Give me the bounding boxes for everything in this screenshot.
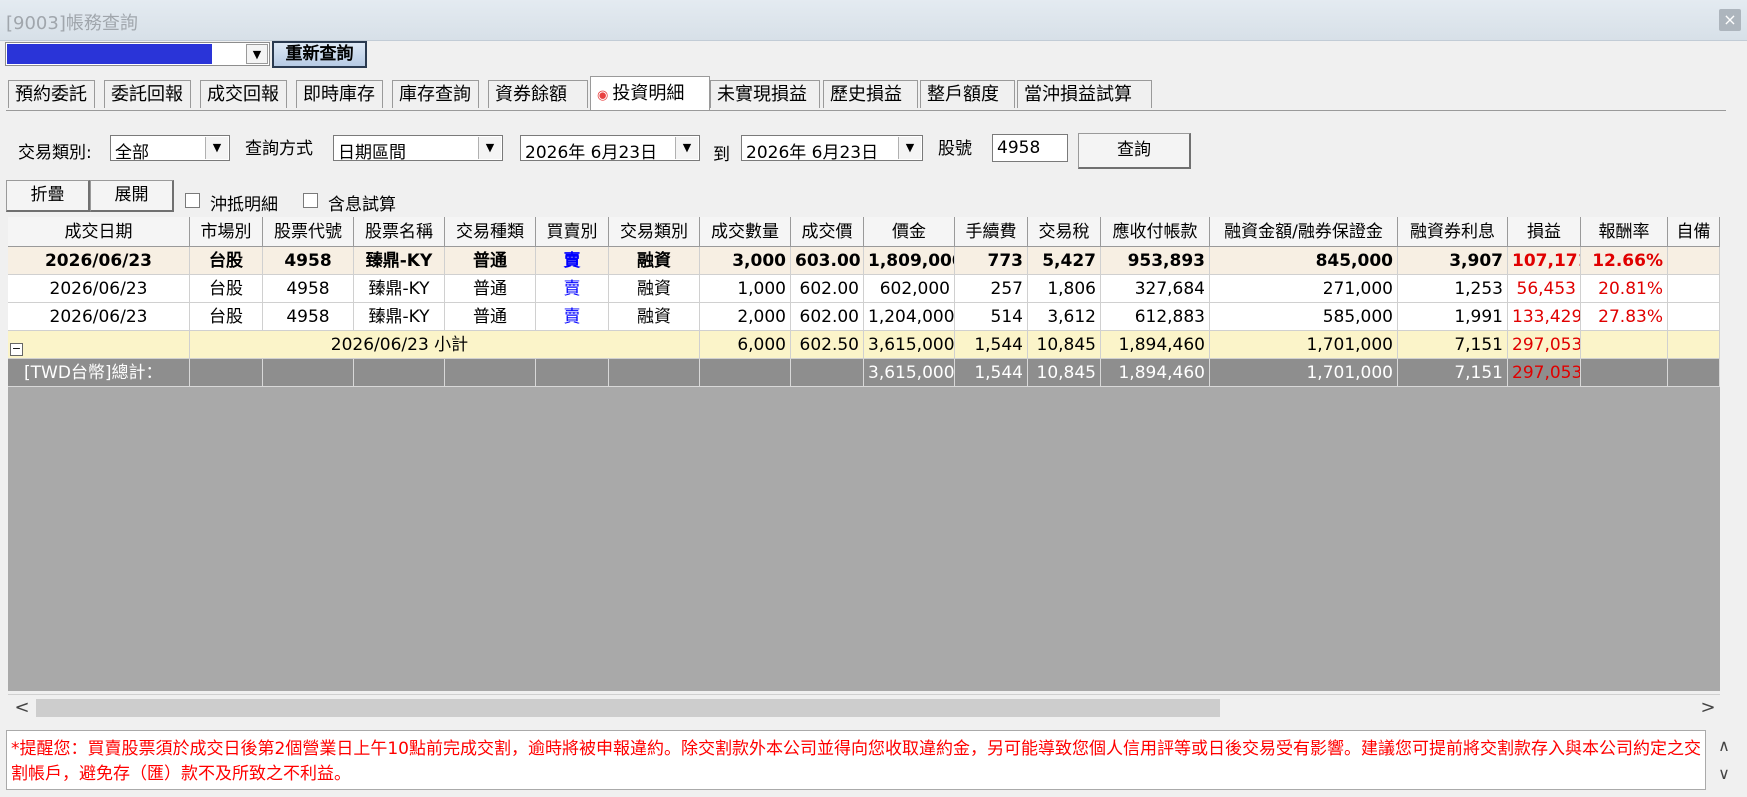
scroll-left-icon[interactable]: <: [12, 697, 32, 719]
trade-type-select[interactable]: 全部 ▼: [110, 135, 230, 163]
scroll-right-icon[interactable]: >: [1698, 697, 1718, 719]
horizontal-scrollbar[interactable]: < >: [8, 694, 1720, 721]
tab-margin-balance[interactable]: 資券餘額: [488, 80, 588, 108]
col-header[interactable]: 交易種類: [445, 217, 536, 247]
offset-detail-label: 沖抵明細: [210, 195, 278, 215]
tab-reservation[interactable]: 預約委託: [8, 80, 95, 108]
col-header[interactable]: 買賣別: [536, 217, 609, 247]
to-label: 到: [713, 145, 730, 165]
col-header[interactable]: 價金: [864, 217, 955, 247]
tab-trade-report[interactable]: 成交回報: [200, 80, 287, 108]
col-header[interactable]: 成交數量: [700, 217, 791, 247]
table-row[interactable]: 2026/06/23 台股 4958 臻鼎-KY 普通 賣 融資 2,000 6…: [8, 303, 1720, 331]
chevron-down-icon[interactable]: ▼: [205, 137, 228, 159]
expand-button[interactable]: 展開: [90, 180, 174, 212]
chevron-down-icon[interactable]: ▼: [898, 137, 921, 159]
col-header[interactable]: 市場別: [190, 217, 263, 247]
tab-history-pnl[interactable]: 歷史損益: [823, 80, 918, 108]
date-from-picker[interactable]: 2026年 6月23日 ▼: [520, 135, 700, 163]
investment-detail-grid: 成交日期 市場別 股票代號 股票名稱 交易種類 買賣別 交易類別 成交數量 成交…: [8, 217, 1720, 691]
col-header[interactable]: 報酬率: [1581, 217, 1668, 247]
subtotal-row[interactable]: − 2026/06/23 小計 6,000 602.50 3,615,000 1…: [8, 331, 1720, 359]
date-to-picker[interactable]: 2026年 6月23日 ▼: [741, 135, 923, 163]
col-header[interactable]: 手續費: [955, 217, 1028, 247]
interest-calc-checkbox[interactable]: [303, 193, 318, 208]
account-value-masked: [7, 44, 212, 64]
query-mode-select[interactable]: 日期區間 ▼: [333, 135, 503, 163]
total-label: [TWD台幣]總計：: [8, 359, 190, 387]
requery-button[interactable]: 重新查詢: [272, 41, 367, 68]
tab-unrealized-pnl[interactable]: 未實現損益: [710, 80, 820, 108]
tab-realtime-inventory[interactable]: 即時庫存: [296, 80, 383, 108]
col-header[interactable]: 股票代號: [263, 217, 354, 247]
tab-inventory-query[interactable]: 庫存查詢: [392, 80, 479, 108]
total-row[interactable]: [TWD台幣]總計： 3,615,000 1,544 10,845 1,894,…: [8, 359, 1720, 387]
col-header[interactable]: 交易類別: [609, 217, 700, 247]
query-button[interactable]: 查詢: [1078, 133, 1191, 169]
tab-account-limit[interactable]: 整戶額度: [920, 80, 1015, 108]
tab-order-report[interactable]: 委託回報: [104, 80, 191, 108]
trade-type-label: 交易類別:: [18, 143, 92, 163]
col-header[interactable]: 成交日期: [8, 217, 190, 247]
col-header[interactable]: 交易稅: [1028, 217, 1101, 247]
col-header[interactable]: 成交價: [791, 217, 864, 247]
notice-vertical-scrollbar[interactable]: ∧ ∨: [1710, 730, 1738, 790]
title-bar: [9003]帳務查詢 ×: [0, 0, 1747, 41]
scroll-up-icon[interactable]: ∧: [1714, 736, 1734, 756]
col-header[interactable]: 應收付帳款: [1101, 217, 1210, 247]
col-header[interactable]: 自備: [1668, 217, 1720, 247]
account-select[interactable]: ▼: [5, 42, 270, 66]
col-header[interactable]: 股票名稱: [354, 217, 445, 247]
close-icon[interactable]: ×: [1719, 9, 1741, 31]
subtotal-label: 2026/06/23 小計: [190, 331, 609, 359]
col-header[interactable]: 融資金額/融券保證金: [1210, 217, 1398, 247]
grid-header: 成交日期 市場別 股票代號 股票名稱 交易種類 買賣別 交易類別 成交數量 成交…: [8, 217, 1720, 247]
tab-daytrade-calc[interactable]: 當沖損益試算: [1017, 80, 1152, 108]
collapse-button[interactable]: 折疊: [6, 180, 90, 212]
collapse-toggle-icon[interactable]: −: [10, 343, 23, 356]
scroll-down-icon[interactable]: ∨: [1714, 764, 1734, 784]
window-title: [9003]帳務查詢: [6, 13, 138, 34]
query-mode-label: 查詢方式: [245, 139, 313, 159]
settlement-notice: *提醒您：買賣股票須於成交日後第2個營業日上午10點前完成交割，逾時將被申報違約…: [6, 730, 1706, 790]
table-row[interactable]: 2026/06/23 台股 4958 臻鼎-KY 普通 賣 融資 3,000 6…: [8, 247, 1720, 275]
chevron-down-icon[interactable]: ▼: [246, 44, 268, 64]
chevron-down-icon[interactable]: ▼: [478, 137, 501, 159]
stock-no-input[interactable]: 4958: [992, 134, 1068, 162]
scrollbar-thumb[interactable]: [36, 699, 1220, 717]
table-row[interactable]: 2026/06/23 台股 4958 臻鼎-KY 普通 賣 融資 1,000 6…: [8, 275, 1720, 303]
col-header[interactable]: 融資券利息: [1398, 217, 1508, 247]
stock-no-label: 股號: [938, 139, 972, 159]
tab-divider: [6, 110, 1726, 111]
tab-investment-detail[interactable]: ◉ 投資明細: [590, 76, 710, 110]
interest-calc-label: 含息試算: [328, 195, 396, 215]
notice-text: *提醒您：買賣股票須於成交日後第2個營業日上午10點前完成交割，逾時將被申報違約…: [11, 739, 1701, 784]
col-header[interactable]: 損益: [1508, 217, 1581, 247]
offset-detail-checkbox[interactable]: [185, 193, 200, 208]
active-dot-icon: ◉: [597, 88, 609, 103]
chevron-down-icon[interactable]: ▼: [675, 137, 698, 159]
